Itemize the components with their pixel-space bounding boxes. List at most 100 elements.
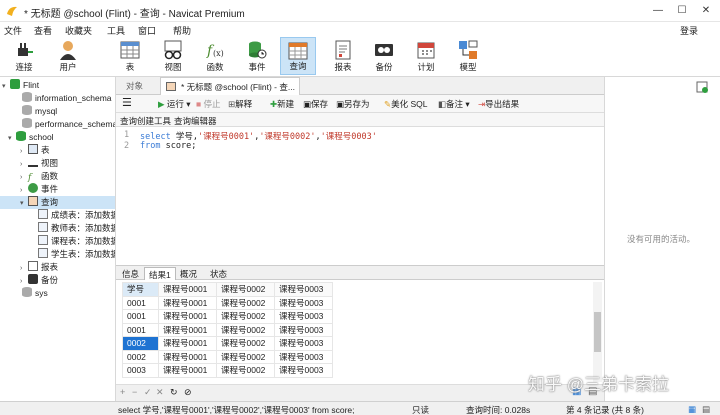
tree-school-events[interactable]: › 事件 [20,183,58,196]
notes-button[interactable]: ◧备注 ▾ [438,98,470,110]
tab-status[interactable]: 状态 [206,267,231,280]
collapse-arrow-icon[interactable]: ▾ [8,132,16,145]
table-cell[interactable]: 0001 [122,309,159,324]
menu-help[interactable]: 帮助 [173,24,191,37]
collapse-arrow-icon[interactable]: ▾ [2,80,10,93]
login-link[interactable]: 登录 [680,24,698,37]
tab-query-builder[interactable]: 查询创建工具 [120,115,171,127]
tree-db-information-schema[interactable]: information_schema [22,92,112,105]
menu-window[interactable]: 窗口 [138,24,156,37]
stop-query-icon[interactable]: ⊘ [184,387,192,398]
toolbar-model-button[interactable]: 模型 [450,37,486,75]
refresh-icon[interactable]: ↻ [170,387,178,398]
tree-query-item[interactable]: 课程表：添加数据 [38,235,115,248]
table-cell[interactable]: 课程号0002 [216,309,275,324]
table-cell[interactable]: 课程号0003 [274,322,333,337]
toolbar-user-button[interactable]: 用户 [50,37,86,75]
tree-query-item[interactable]: 成绩表：添加数据 [38,209,115,222]
tab-info[interactable]: 信息 [118,267,143,280]
activity-icon[interactable] [695,80,709,94]
column-header[interactable]: 学号 [122,282,159,297]
table-cell[interactable]: 0003 [122,363,159,378]
toolbar-function-button[interactable]: f (x) 函数 [197,37,233,75]
apply-changes-icon[interactable]: ✓ [144,387,152,398]
export-results-button[interactable]: ⇥导出结果 [478,98,519,110]
table-cell[interactable]: 课程号0001 [158,336,217,351]
sql-editor[interactable]: 1 2 select 学号,'课程号0001','课程号0002','课程号00… [116,127,604,265]
vertical-scrollbar[interactable] [593,282,602,382]
close-button[interactable]: ✕ [698,3,714,19]
table-cell[interactable]: 0001 [122,295,159,310]
toolbar-table-button[interactable]: 表 [112,37,148,75]
table-row[interactable]: 0002 课程号0001 课程号0002 课程号0003 [122,349,333,364]
tree-school-tables[interactable]: › 表 [20,144,50,157]
column-header[interactable]: 课程号0001 [158,282,217,297]
table-cell[interactable]: 0001 [122,322,159,337]
run-button[interactable]: ▶ 运行 ▾ [158,98,191,110]
grid-mode-icon[interactable]: ▦ [688,404,696,415]
tab-profile[interactable]: 概况 [176,267,201,280]
collapse-arrow-icon[interactable]: ▾ [20,197,28,210]
column-header[interactable]: 课程号0003 [274,282,333,297]
table-cell[interactable]: 课程号0003 [274,363,333,378]
table-row[interactable]: 0001 课程号0001 课程号0002 课程号0003 [122,322,333,337]
new-query-button[interactable]: ✚新建 [270,98,294,110]
maximize-button[interactable]: ☐ [674,3,690,19]
table-cell[interactable]: 课程号0001 [158,349,217,364]
toolbar-query-button[interactable]: 查询 [280,37,316,75]
toolbar-event-button[interactable]: 事件 [239,37,275,75]
discard-changes-icon[interactable]: ✕ [156,387,164,398]
tree-connection-flint[interactable]: ▾ Flint [2,79,39,92]
tab-query-editor[interactable]: 查询编辑器 [174,115,217,127]
menu-file[interactable]: 文件 [4,24,22,37]
tab-objects[interactable]: 对象 [126,80,143,92]
scrollbar-thumb[interactable] [594,312,601,352]
toolbar-backup-button[interactable]: 备份 [366,37,402,75]
table-cell[interactable]: 课程号0002 [216,363,275,378]
toolbar-connect-button[interactable]: 连接 [6,37,42,75]
tree-db-mysql[interactable]: mysql [22,105,57,118]
explain-button[interactable]: ⊞解释 [228,98,252,110]
toolbar-report-button[interactable]: 报表 [325,37,361,75]
table-cell[interactable]: 课程号0001 [158,309,217,324]
minimize-button[interactable]: — [650,3,666,19]
toolbar-schedule-button[interactable]: 计划 [408,37,444,75]
table-row[interactable]: 0001 课程号0001 课程号0002 课程号0003 [122,295,333,310]
tree-school-queries[interactable]: ▾ 查询 [0,196,115,210]
column-header[interactable]: 课程号0002 [216,282,275,297]
delete-record-icon[interactable]: − [132,387,137,397]
tree-db-sys[interactable]: sys [22,287,48,300]
menu-view[interactable]: 查看 [34,24,52,37]
table-row[interactable]: 0001 课程号0001 课程号0002 课程号0003 [122,309,333,324]
tree-school-backups[interactable]: › 备份 [20,274,58,287]
menu-favorites[interactable]: 收藏夹 [65,24,92,37]
add-record-icon[interactable]: + [120,387,125,397]
table-cell[interactable]: 课程号0002 [216,349,275,364]
toolbar-view-button[interactable]: 视图 [155,37,191,75]
tree-school-functions[interactable]: › f 函数 [20,170,58,183]
table-row-selected[interactable]: 0002 课程号0001 课程号0002 课程号0003 [122,336,333,351]
tab-result-1[interactable]: 结果1 [144,267,176,280]
table-cell[interactable]: 课程号0002 [216,336,275,351]
table-row[interactable]: 0003 课程号0001 课程号0002 课程号0003 [122,363,333,378]
tree-query-item[interactable]: 学生表：添加数据 [38,248,115,261]
tree-school-reports[interactable]: › 报表 [20,261,58,274]
table-cell-selected[interactable]: 0002 [122,336,159,351]
table-cell[interactable]: 课程号0003 [274,336,333,351]
tab-query-untitled[interactable]: * 无标题 @school (Flint) - 查... [160,77,300,95]
menu-tools[interactable]: 工具 [107,24,125,37]
tree-db-performance-schema[interactable]: performance_schema [22,118,115,131]
save-button[interactable]: ▣保存 [303,98,328,110]
stop-button[interactable]: ■ 停止 [196,98,221,110]
tree-school-views[interactable]: › 视图 [20,157,58,170]
tree-db-school[interactable]: ▾ school [8,131,54,144]
table-cell[interactable]: 课程号0001 [158,363,217,378]
table-cell[interactable]: 课程号0001 [158,295,217,310]
table-cell[interactable]: 课程号0003 [274,349,333,364]
save-as-button[interactable]: ▣另存为 [336,98,370,110]
form-mode-icon[interactable]: ▤ [702,404,710,415]
table-cell[interactable]: 课程号0002 [216,322,275,337]
table-cell[interactable]: 0002 [122,349,159,364]
hamburger-menu-icon[interactable]: ☰ [122,96,132,109]
tree-query-item[interactable]: 教师表：添加数据 [38,222,115,235]
